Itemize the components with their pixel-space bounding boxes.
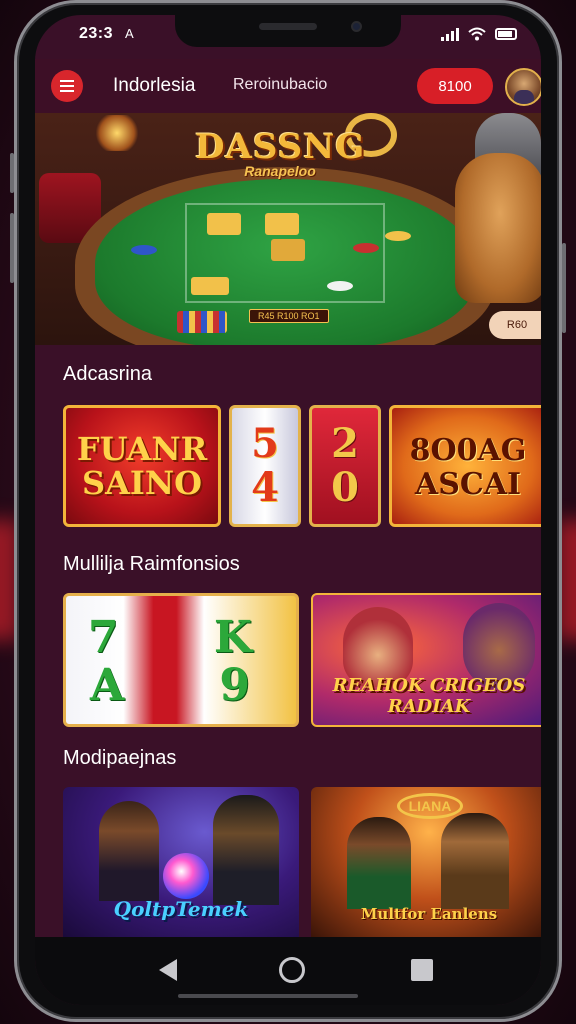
- header-title: Indorlesia: [113, 75, 196, 96]
- game-tile[interactable]: 2 0: [309, 405, 381, 527]
- chip-icon: [353, 243, 379, 253]
- front-camera-icon: [351, 21, 362, 32]
- game-tile[interactable]: QoltpTemek: [63, 787, 299, 937]
- menu-button[interactable]: [51, 70, 83, 102]
- character-portrait: [99, 801, 159, 901]
- screen: 23:3 A Indorlesia Reroinubacio 8100 DASS…: [35, 15, 541, 1005]
- section-title: Modipaejnas: [63, 747, 177, 769]
- neon-sign: LIANA: [397, 793, 463, 819]
- hero-title-wrap: DASSNG Ranapeloo: [195, 127, 365, 179]
- wifi-icon: [468, 27, 486, 41]
- chip-icon: [385, 231, 411, 241]
- recent-square-icon[interactable]: [411, 959, 433, 981]
- volume-down-button: [10, 213, 14, 283]
- game-title: Multfor Eanlens: [360, 905, 498, 923]
- character-portrait: [347, 817, 411, 909]
- character-portrait: [441, 813, 509, 909]
- card-icon: [265, 213, 299, 235]
- character-portrait: [213, 795, 279, 905]
- game-tile[interactable]: LIANA Multfor Eanlens: [311, 787, 541, 937]
- game-title: 5 4: [251, 420, 279, 511]
- volume-up-button: [10, 153, 14, 193]
- home-circle-icon[interactable]: [279, 957, 305, 983]
- hamburger-icon: [60, 80, 74, 82]
- phone-frame: 23:3 A Indorlesia Reroinubacio 8100 DASS…: [10, 0, 566, 1022]
- home-indicator: [178, 994, 358, 998]
- app-header: Indorlesia Reroinubacio 8100: [35, 59, 541, 113]
- game-tile[interactable]: 5 4: [229, 405, 301, 527]
- game-tile[interactable]: 7 K A 9: [63, 593, 299, 727]
- section-title: Adcasrina: [63, 363, 152, 385]
- game-tile[interactable]: REAHOK CRIGEOS RADIAK: [311, 593, 541, 727]
- hero-cta-button[interactable]: R60: [489, 311, 541, 339]
- notch: [175, 15, 401, 47]
- status-icons: [441, 27, 517, 41]
- hero-banner[interactable]: DASSNG Ranapeloo R45 R100 RO1 R60: [35, 113, 541, 345]
- wall-lamp: [95, 115, 139, 151]
- table-label: R45 R100 RO1: [249, 309, 329, 323]
- header-subtitle[interactable]: Reroinubacio: [233, 76, 327, 94]
- game-tile[interactable]: 8O0AG ASCAI: [389, 405, 541, 527]
- card-icon: [271, 239, 305, 261]
- cougar-mascot: [455, 153, 541, 303]
- game-title: QoltpTemek: [113, 897, 249, 921]
- battery-icon: [495, 28, 517, 40]
- game-title: FUANR SAINO: [76, 430, 208, 502]
- chip-icon: [327, 281, 353, 291]
- power-button: [562, 243, 566, 333]
- speaker-grille: [259, 23, 317, 30]
- game-title: 8O0AG ASCAI: [409, 433, 527, 502]
- game-title: 7 K A 9: [87, 612, 293, 711]
- status-time: 23:3: [79, 25, 114, 42]
- game-tile[interactable]: FUANR SAINO: [63, 405, 221, 527]
- game-title: 2 0: [331, 420, 359, 511]
- card-icon: [207, 213, 241, 235]
- signal-icon: [441, 27, 459, 41]
- hero-title: DASSNG: [195, 127, 366, 167]
- chip-icon: [131, 245, 157, 255]
- back-triangle-icon[interactable]: [159, 959, 177, 981]
- section-title: Mullilja Raimfonsios: [63, 553, 240, 575]
- orb-icon: [163, 853, 209, 899]
- balance-button[interactable]: 8100: [417, 68, 493, 104]
- chip-tray: [177, 311, 227, 333]
- status-extra: A: [125, 26, 134, 41]
- game-title: REAHOK CRIGEOS RADIAK: [332, 675, 526, 717]
- avatar[interactable]: [505, 68, 541, 106]
- card-icon: [191, 277, 229, 295]
